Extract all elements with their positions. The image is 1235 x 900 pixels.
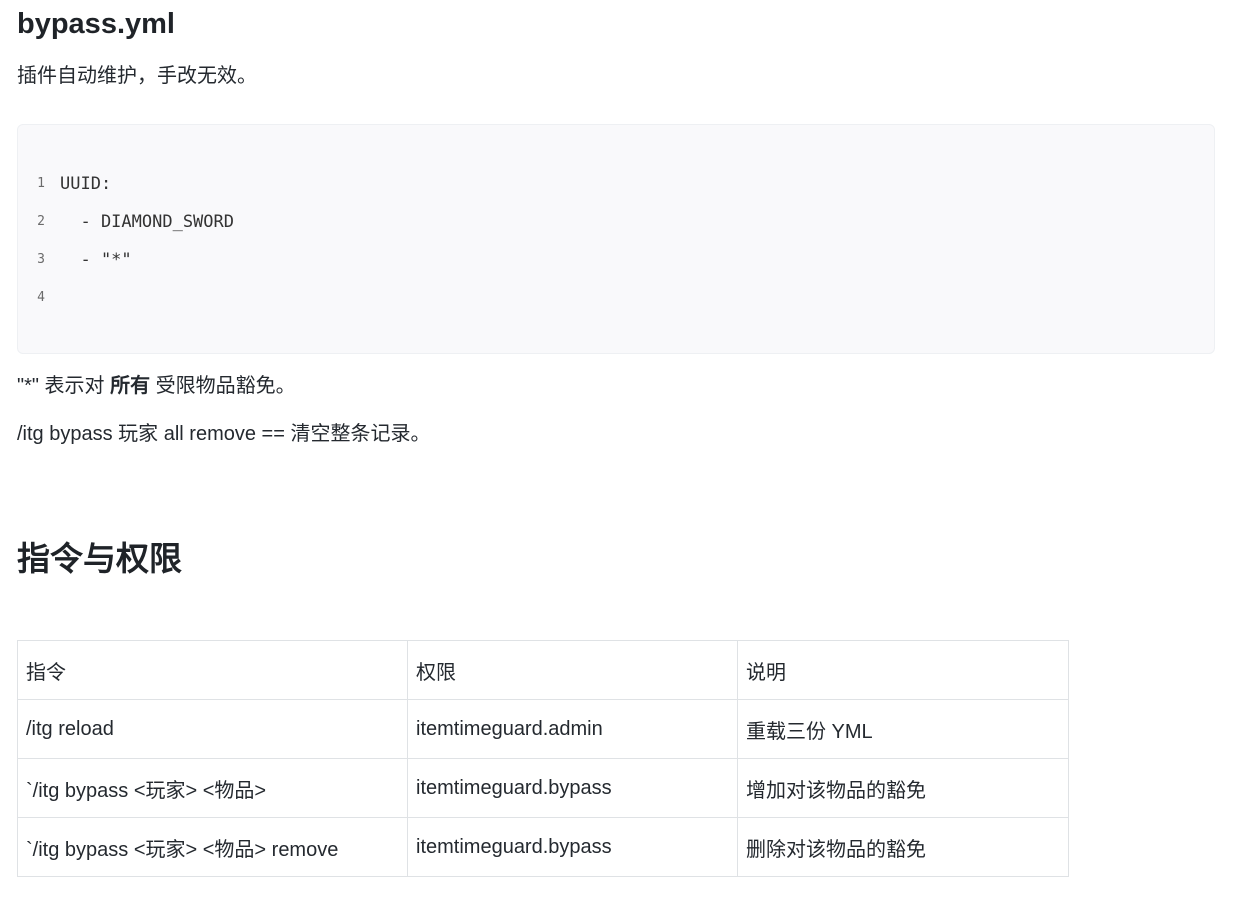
cell-description: 重载三份 YML	[737, 699, 1069, 759]
cell-permission: itemtimeguard.bypass	[407, 817, 738, 877]
wildcard-note-bold: 所有	[110, 375, 151, 397]
header-description: 说明	[737, 640, 1069, 700]
cell-permission: itemtimeguard.admin	[407, 699, 738, 759]
file-section-heading: bypass.yml	[17, 8, 175, 40]
remove-all-note: /itg bypass 玩家 all remove == 清空整条记录。	[17, 423, 431, 445]
wildcard-note-suffix: 受限物品豁免。	[150, 375, 296, 397]
cell-description: 增加对该物品的豁免	[737, 758, 1069, 818]
code-line: 3 - "*"	[18, 246, 132, 274]
cell-command: `/itg bypass <玩家> <物品> remove	[17, 817, 408, 877]
cell-command: /itg reload	[17, 699, 408, 759]
table-row: /itg reload itemtimeguard.admin 重载三份 YML	[17, 699, 1069, 759]
cell-permission: itemtimeguard.bypass	[407, 758, 738, 818]
wildcard-note-prefix: "*" 表示对	[17, 375, 111, 397]
code-line: 4	[18, 284, 60, 312]
header-permission: 权限	[407, 640, 738, 700]
table-header-row: 指令 权限 说明	[17, 640, 1069, 700]
line-number: 2	[37, 214, 45, 229]
commands-section-heading: 指令与权限	[17, 540, 182, 577]
cell-command: `/itg bypass <玩家> <物品>	[17, 758, 408, 818]
table-row: `/itg bypass <玩家> <物品> itemtimeguard.byp…	[17, 758, 1069, 818]
code-text: - DIAMOND_SWORD	[60, 212, 234, 232]
table-row: `/itg bypass <玩家> <物品> remove itemtimegu…	[17, 817, 1069, 877]
code-line: 2 - DIAMOND_SWORD	[18, 208, 234, 236]
code-text: - "*"	[60, 250, 132, 270]
code-line: 1 UUID:	[18, 170, 111, 198]
commands-table: 指令 权限 说明 /itg reload itemtimeguard.admin…	[17, 640, 1069, 877]
file-description: 插件自动维护，手改无效。	[17, 65, 257, 87]
line-number: 1	[37, 176, 45, 191]
line-number: 3	[37, 252, 45, 267]
code-block[interactable]: 1 UUID: 2 - DIAMOND_SWORD 3 - "*" 4	[17, 124, 1215, 354]
wildcard-note: "*" 表示对 所有 受限物品豁免。	[17, 372, 296, 400]
cell-description: 删除对该物品的豁免	[737, 817, 1069, 877]
line-number: 4	[37, 290, 45, 305]
header-command: 指令	[17, 640, 408, 700]
code-text: UUID:	[60, 174, 112, 194]
